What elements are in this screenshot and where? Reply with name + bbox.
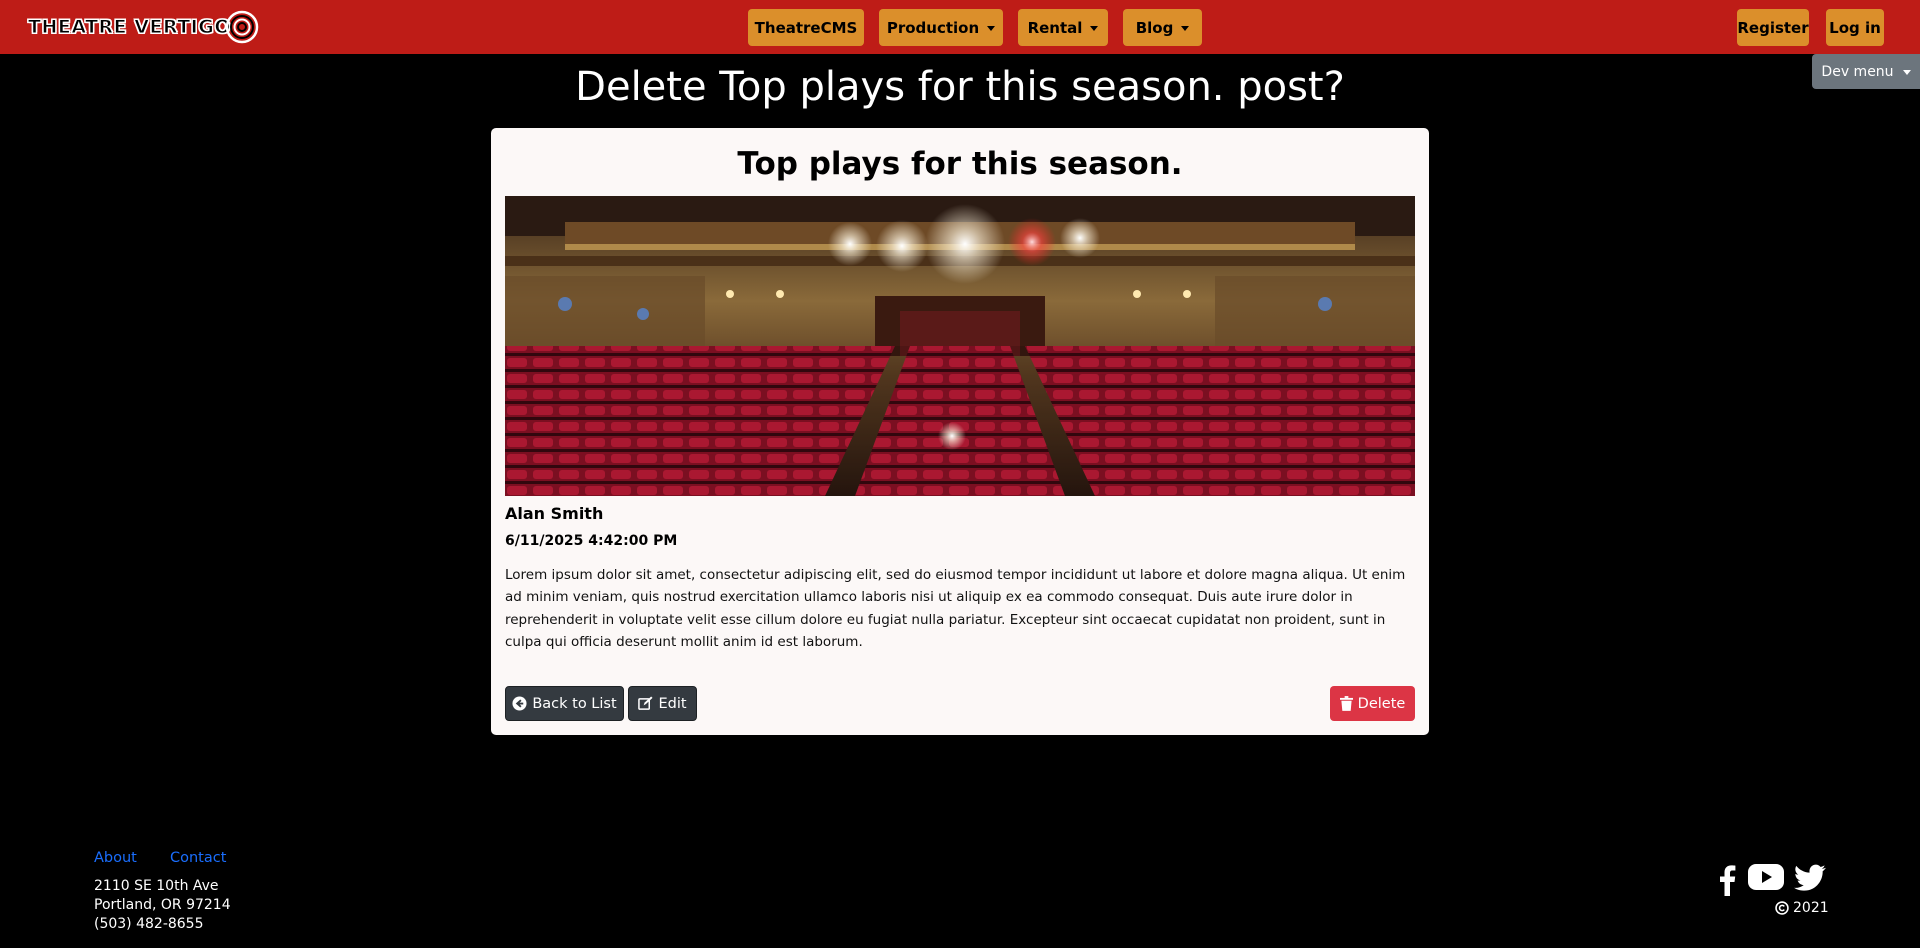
youtube-link[interactable] [1748, 864, 1784, 890]
brand-name: THEATRE VERTIGO [28, 16, 232, 39]
back-to-list-button[interactable]: Back to List [505, 686, 624, 721]
vertigo-spiral-icon [225, 10, 259, 44]
nav-production-dropdown[interactable]: Production [879, 9, 1003, 46]
login-label: Log in [1829, 18, 1881, 37]
post-image [505, 196, 1415, 496]
nav-theatrecms[interactable]: TheatreCMS [748, 9, 864, 46]
theatre-auditorium-image [505, 196, 1415, 496]
nav-blog-dropdown[interactable]: Blog [1123, 9, 1202, 46]
edit-icon [638, 696, 653, 711]
copyright-icon [1775, 901, 1789, 915]
footer-contact-link[interactable]: Contact [170, 850, 226, 866]
caret-down-icon [1090, 26, 1099, 31]
register-button[interactable]: Register [1737, 9, 1809, 46]
address-city: Portland, OR 97214 [94, 897, 231, 913]
post-date: 6/11/2025 4:42:00 PM [505, 533, 678, 549]
caret-down-icon [1181, 26, 1190, 31]
post-author: Alan Smith [505, 504, 604, 523]
post-card: Top plays for this season. Alan Smith 6/… [491, 128, 1429, 735]
nav-blog-label: Blog [1135, 18, 1174, 37]
post-title: Top plays for this season. [737, 146, 1183, 182]
copyright-year: 2021 [1793, 900, 1829, 916]
address-phone: (503) 482-8655 [94, 916, 204, 932]
arrow-circle-left-icon [512, 696, 527, 711]
nav-rental-dropdown[interactable]: Rental [1018, 9, 1108, 46]
edit-button[interactable]: Edit [628, 686, 697, 721]
register-label: Register [1737, 18, 1809, 37]
facebook-link[interactable] [1718, 864, 1736, 896]
delete-button[interactable]: Delete [1330, 686, 1415, 721]
trash-icon [1339, 696, 1353, 711]
copyright: 2021 [1775, 900, 1829, 916]
page-title: Delete Top plays for this season. post? [575, 64, 1345, 110]
address-street: 2110 SE 10th Ave [94, 878, 219, 894]
youtube-icon [1748, 864, 1784, 890]
back-to-list-label: Back to List [532, 695, 617, 712]
navbar: THEATRE VERTIGO TheatreCMS Production Re… [0, 0, 1920, 54]
twitter-icon [1794, 864, 1826, 891]
edit-label: Edit [658, 695, 687, 712]
facebook-icon [1720, 865, 1736, 896]
delete-label: Delete [1357, 695, 1406, 712]
brand-logo[interactable]: THEATRE VERTIGO [28, 9, 259, 45]
nav-production-label: Production [886, 18, 980, 37]
caret-down-icon [987, 26, 996, 31]
login-button[interactable]: Log in [1826, 9, 1884, 46]
post-body: Lorem ipsum dolor sit amet, consectetur … [505, 567, 1406, 650]
twitter-link[interactable] [1794, 864, 1826, 892]
nav-rental-label: Rental [1027, 18, 1083, 37]
footer-about-link[interactable]: About [94, 850, 137, 866]
nav-theatrecms-label: TheatreCMS [754, 18, 858, 37]
